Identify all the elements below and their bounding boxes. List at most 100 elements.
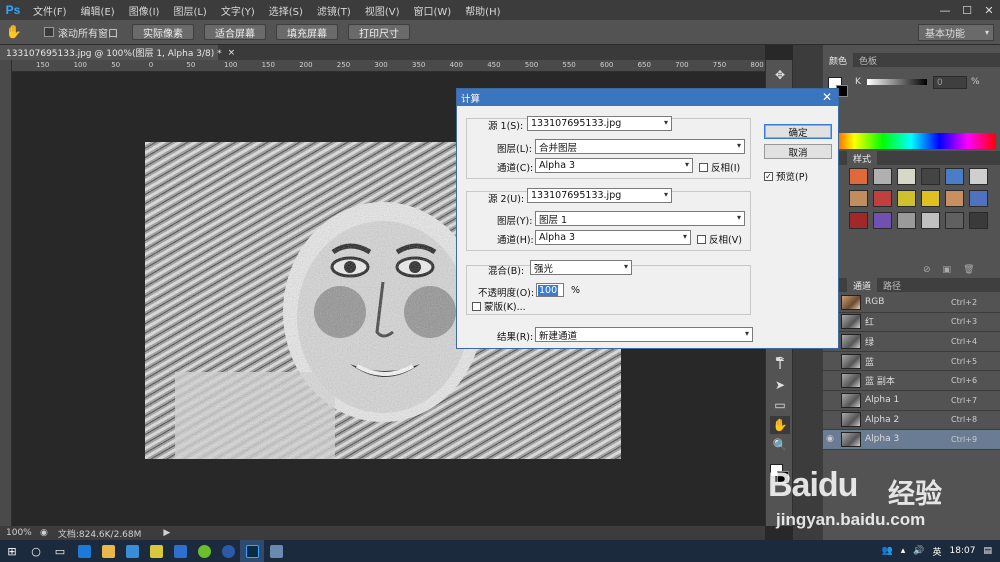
fill-screen-button[interactable]: 填充屏幕 <box>276 24 338 40</box>
volume-icon[interactable]: 🔊 <box>913 546 924 556</box>
channel-row[interactable]: 红 Ctrl+3 <box>823 313 1000 333</box>
app-icon-5[interactable] <box>216 540 240 562</box>
style-swatch[interactable] <box>897 212 916 229</box>
tab-swatches[interactable]: 色板 <box>853 53 883 67</box>
style-swatch[interactable] <box>849 212 868 229</box>
background-color-swatch[interactable] <box>777 471 789 483</box>
style-swatch[interactable] <box>849 190 868 207</box>
style-swatch[interactable] <box>849 168 868 185</box>
status-menu-arrow-icon[interactable]: ▶ <box>163 528 170 538</box>
result-select[interactable]: 新建通道 ▾ <box>535 327 753 342</box>
checkbox-box[interactable] <box>44 27 54 37</box>
photoshop-taskbar-icon[interactable] <box>240 540 264 562</box>
channel-row[interactable]: Alpha 1 Ctrl+7 <box>823 391 1000 411</box>
scroll-all-windows-checkbox[interactable]: 滚动所有窗口 <box>44 25 118 40</box>
tab-color[interactable]: 颜色 <box>823 53 854 67</box>
cortana-search-icon[interactable]: ○ <box>24 540 48 562</box>
menu-item[interactable]: 窗口(W) <box>406 3 458 18</box>
channel-row[interactable]: 蓝 副本 Ctrl+6 <box>823 371 1000 391</box>
close-window-button[interactable]: ✕ <box>978 0 1000 20</box>
style-swatch[interactable] <box>921 190 940 207</box>
style-swatch[interactable] <box>921 168 940 185</box>
menu-item[interactable]: 文件(F) <box>26 3 74 18</box>
menu-item[interactable]: 滤镜(T) <box>310 3 358 18</box>
channel-row[interactable]: Alpha 2 Ctrl+8 <box>823 411 1000 431</box>
style-swatch[interactable] <box>969 168 988 185</box>
tab-styles[interactable]: 样式 <box>847 151 878 165</box>
workspace-select[interactable]: 基本功能 ▾ <box>918 24 994 41</box>
visibility-eye-icon[interactable]: ◉ <box>823 434 837 444</box>
k-slider[interactable] <box>867 79 927 85</box>
ok-button[interactable]: 确定 <box>764 124 832 139</box>
style-swatch[interactable] <box>873 168 892 185</box>
style-swatch[interactable] <box>873 212 892 229</box>
checkbox-box[interactable]: ✓ <box>764 171 773 181</box>
style-swatch[interactable] <box>897 168 916 185</box>
menu-item[interactable]: 帮助(H) <box>458 3 507 18</box>
menu-item[interactable]: 图像(I) <box>122 3 167 18</box>
fit-screen-button[interactable]: 适合屏幕 <box>204 24 266 40</box>
app-icon-4[interactable] <box>192 540 216 562</box>
actual-pixels-button[interactable]: 实际像素 <box>132 24 194 40</box>
menu-item[interactable]: 编辑(E) <box>74 3 122 18</box>
checkbox-box[interactable] <box>697 234 706 244</box>
no-style-icon[interactable]: ⊘ <box>923 265 931 275</box>
menu-item[interactable]: 视图(V) <box>358 3 407 18</box>
style-swatch[interactable] <box>873 190 892 207</box>
k-value-field[interactable]: 0 <box>933 76 967 89</box>
clock-time[interactable]: 18:07 <box>950 546 976 556</box>
new-style-icon[interactable]: ▣ <box>943 265 952 275</box>
source2-invert-checkbox[interactable]: 反相(V) <box>697 232 742 246</box>
app-icon-2[interactable] <box>144 540 168 562</box>
style-swatch[interactable] <box>945 168 964 185</box>
delete-style-icon[interactable]: 🗑 <box>963 265 974 275</box>
mask-checkbox[interactable]: 蒙版(K)... <box>472 299 526 313</box>
preview-checkbox[interactable]: ✓ 预览(P) <box>764 169 808 183</box>
style-swatch[interactable] <box>969 190 988 207</box>
status-options-icon[interactable]: ◉ <box>40 528 48 538</box>
style-swatch[interactable] <box>969 212 988 229</box>
source1-file-select[interactable]: 133107695133.jpg ▾ <box>527 116 672 131</box>
app-icon-6[interactable] <box>264 540 288 562</box>
minimize-button[interactable]: — <box>934 0 956 20</box>
document-tab[interactable]: 133107695133.jpg @ 100%(图层 1, Alpha 3/8)… <box>0 45 235 60</box>
channel-row[interactable]: RGB Ctrl+2 <box>823 293 1000 313</box>
input-language[interactable]: 英 <box>933 545 942 558</box>
blend-mode-select[interactable]: 强光 ▾ <box>530 260 632 275</box>
move-tool-icon[interactable]: ✥ <box>770 66 790 84</box>
style-swatch[interactable] <box>945 212 964 229</box>
tab-channels[interactable]: 通道 <box>847 278 878 292</box>
hand-tool-icon[interactable]: ✋ <box>0 25 28 40</box>
color-spectrum-bar[interactable] <box>826 133 996 149</box>
zoom-tool-icon[interactable]: 🔍 <box>770 436 790 454</box>
source2-file-select[interactable]: 133107695133.jpg ▾ <box>527 188 672 203</box>
source1-channel-select[interactable]: Alpha 3 ▾ <box>535 158 693 173</box>
app-icon-3[interactable] <box>168 540 192 562</box>
file-explorer-icon[interactable] <box>96 540 120 562</box>
type-tool-icon[interactable]: T <box>770 356 790 374</box>
checkbox-box[interactable] <box>699 162 708 172</box>
source1-layer-select[interactable]: 合并图层 ▾ <box>535 139 745 154</box>
windows-start-icon[interactable]: ⊞ <box>0 540 24 562</box>
print-size-button[interactable]: 打印尺寸 <box>348 24 410 40</box>
hand-tool-icon[interactable]: ✋ <box>770 416 790 434</box>
tab-paths[interactable]: 路径 <box>877 278 907 292</box>
source2-channel-select[interactable]: Alpha 3 ▾ <box>535 230 691 245</box>
menu-item[interactable]: 图层(L) <box>166 3 213 18</box>
app-icon-1[interactable] <box>120 540 144 562</box>
close-tab-icon[interactable]: × <box>228 48 236 58</box>
style-swatch[interactable] <box>945 190 964 207</box>
notifications-icon[interactable]: ▤ <box>983 546 992 556</box>
people-icon[interactable]: 👥 <box>882 546 893 556</box>
rectangle-tool-icon[interactable]: ▭ <box>770 396 790 414</box>
opacity-input[interactable]: 100 <box>536 283 564 297</box>
dialog-close-icon[interactable]: ✕ <box>822 90 832 104</box>
source1-invert-checkbox[interactable]: 反相(I) <box>699 160 740 174</box>
cancel-button[interactable]: 取消 <box>764 144 832 159</box>
style-swatch[interactable] <box>897 190 916 207</box>
channel-row[interactable]: 蓝 Ctrl+5 <box>823 352 1000 372</box>
dialog-title-bar[interactable]: 计算 <box>457 89 838 106</box>
edge-browser-icon[interactable] <box>72 540 96 562</box>
checkbox-box[interactable] <box>472 301 481 311</box>
channel-row[interactable]: 绿 Ctrl+4 <box>823 332 1000 352</box>
